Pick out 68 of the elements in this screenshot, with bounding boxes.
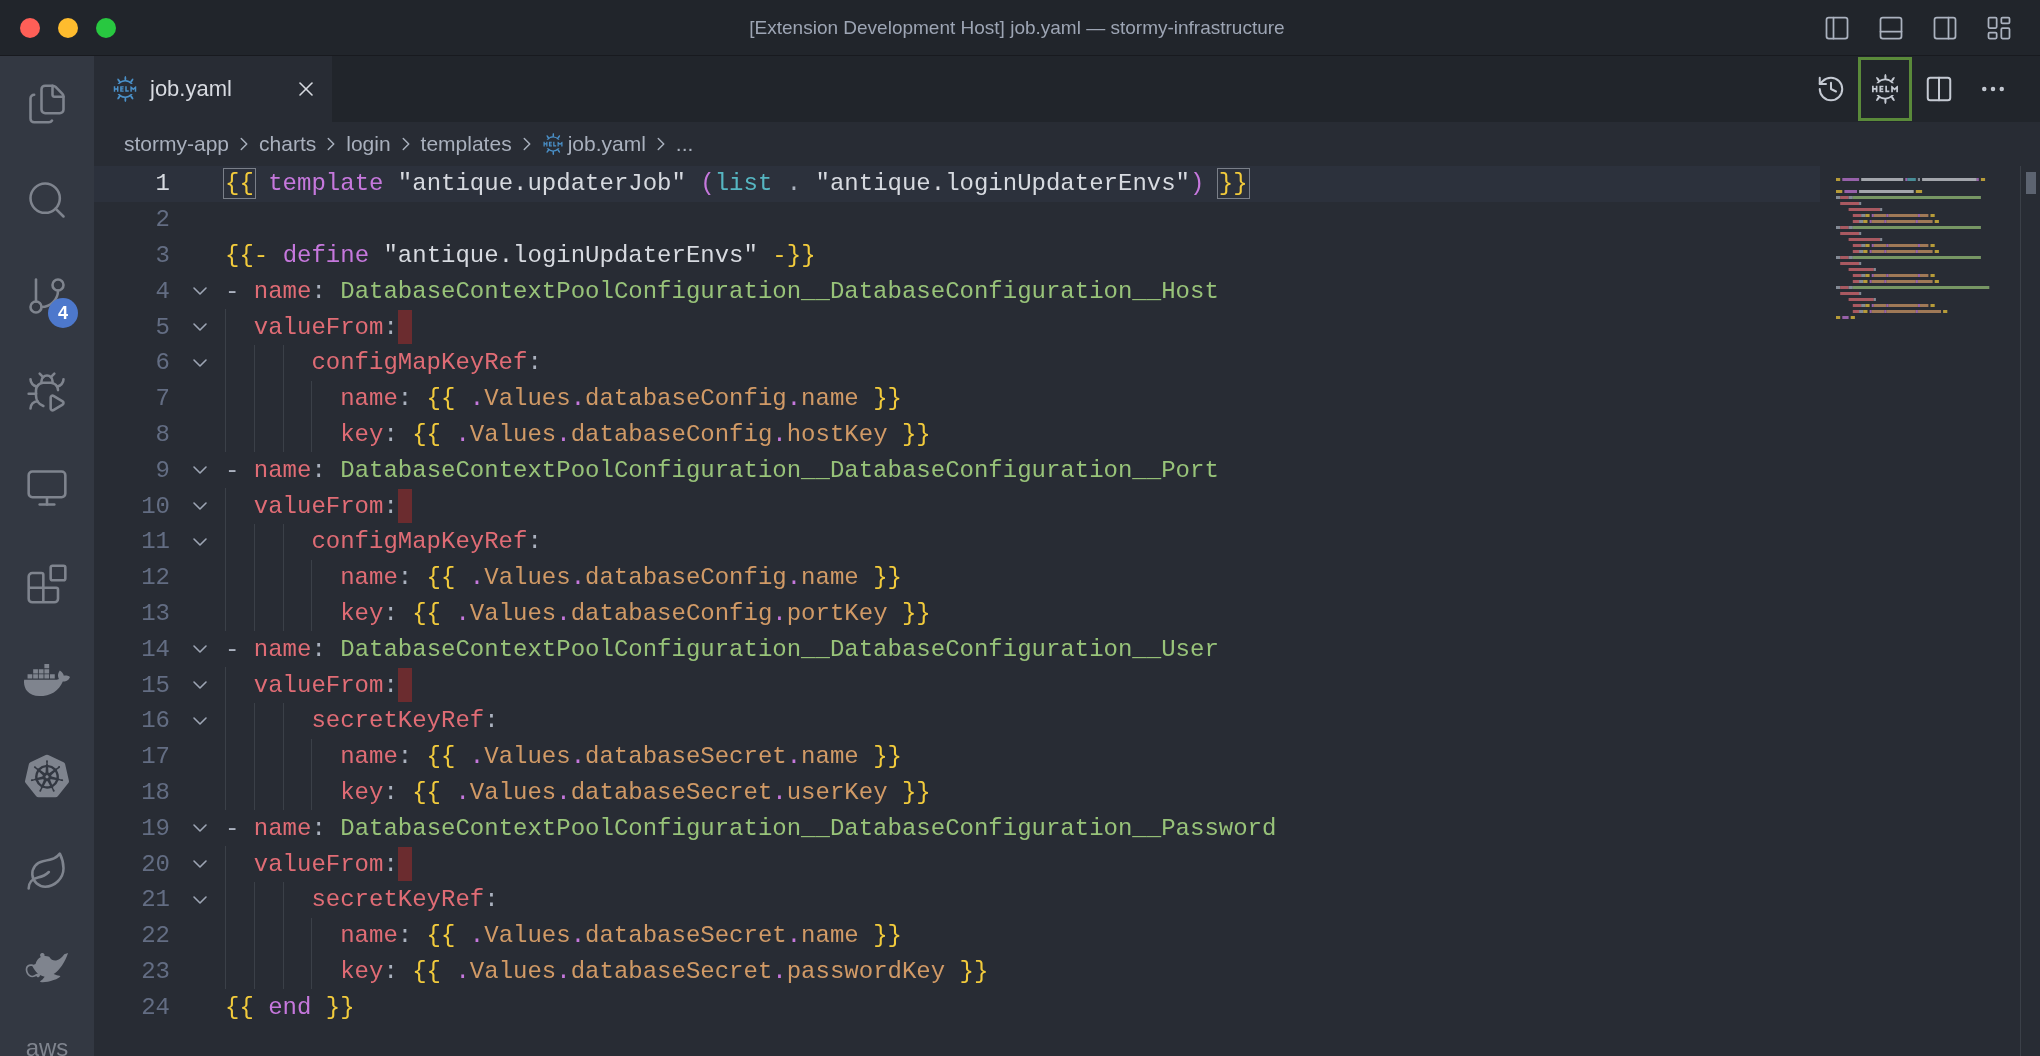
line-number: 23 bbox=[140, 957, 171, 985]
breadcrumb-item[interactable]: charts bbox=[259, 132, 317, 156]
line-number: 24 bbox=[140, 993, 171, 1021]
minimize-window-button[interactable] bbox=[58, 17, 78, 38]
line-number: 21 bbox=[140, 886, 171, 914]
code-line: secretKeyRef: bbox=[225, 702, 499, 739]
breadcrumb-item[interactable]: stormy-app bbox=[124, 132, 230, 156]
window-title: [Extension Development Host] job.yaml — stormy-infrastructure bbox=[748, 16, 1286, 39]
code-line: key: {{ .Values.databaseSecret.userKey }} bbox=[225, 774, 931, 811]
line-number: 11 bbox=[140, 528, 171, 556]
line-number: 9 bbox=[154, 456, 171, 484]
line-number: 18 bbox=[140, 778, 171, 806]
code-line: - name: DatabaseContextPoolConfiguration__DatabaseConfiguration__Port bbox=[225, 455, 1219, 486]
line-number: 5 bbox=[154, 313, 171, 341]
close-window-button[interactable] bbox=[20, 17, 40, 38]
line-number: 10 bbox=[140, 492, 171, 520]
line-number: 22 bbox=[140, 922, 171, 950]
line-number: 13 bbox=[140, 599, 171, 627]
line-number: 17 bbox=[140, 743, 171, 771]
editor-tab[interactable]: job.yaml bbox=[94, 56, 332, 122]
code-line: configMapKeyRef: bbox=[225, 345, 542, 381]
line-number: 7 bbox=[154, 385, 171, 413]
code-line: secretKeyRef: bbox=[225, 881, 499, 918]
code-line: configMapKeyRef: bbox=[225, 523, 542, 560]
line-number: 15 bbox=[140, 671, 171, 699]
breadcrumb-item[interactable]: login bbox=[346, 132, 391, 156]
notification-badge: 4 bbox=[48, 298, 78, 328]
line-number: 1 bbox=[154, 170, 171, 198]
code-line: valueFrom: bbox=[225, 488, 398, 524]
line-number: 19 bbox=[140, 814, 171, 842]
line-number: 8 bbox=[154, 420, 171, 448]
code-line: - name: DatabaseContextPoolConfiguration__DatabaseConfiguration__User bbox=[225, 634, 1219, 665]
line-number: 16 bbox=[140, 707, 171, 735]
code-line: name: {{ .Values.databaseConfig.name }} bbox=[225, 559, 902, 596]
code-line: valueFrom: bbox=[225, 667, 398, 703]
helm-wheel-icon[interactable] bbox=[1870, 74, 1900, 104]
code-line: {{ template "antique.updaterJob" (list . "antique.loginUpdaterEnvs") }} bbox=[225, 169, 1248, 200]
zoom-window-button[interactable] bbox=[96, 17, 116, 38]
code-line: - name: DatabaseContextPoolConfiguration__DatabaseConfiguration__Password bbox=[225, 813, 1277, 844]
highlighted-action-button[interactable] bbox=[1858, 57, 1912, 121]
line-number: 3 bbox=[154, 242, 171, 269]
code-line: name: {{ .Values.databaseConfig.name }} bbox=[225, 380, 902, 417]
code-line: - name: DatabaseContextPoolConfiguration__DatabaseConfiguration__Host bbox=[225, 276, 1219, 307]
code-line: key: {{ .Values.databaseConfig.hostKey }} bbox=[225, 416, 931, 453]
extensions-icon[interactable] bbox=[25, 562, 69, 606]
code-line: key: {{ .Values.databaseConfig.portKey }} bbox=[225, 595, 931, 632]
scrollbar-thumb[interactable] bbox=[2025, 172, 2036, 194]
helm-file-icon bbox=[112, 76, 138, 102]
tab-label: job.yaml bbox=[150, 76, 233, 102]
code-line: {{- define "antique.loginUpdaterEnvs" -}} bbox=[225, 241, 816, 271]
code-line: key: {{ .Values.databaseSecret.passwordKey }} bbox=[225, 953, 989, 990]
code-line: valueFrom: bbox=[225, 309, 398, 345]
code-line: name: {{ .Values.databaseSecret.name }} bbox=[225, 738, 902, 775]
breadcrumb-item[interactable]: job.yaml bbox=[567, 132, 646, 156]
line-number: 20 bbox=[140, 850, 171, 878]
line-number: 12 bbox=[140, 564, 171, 592]
code-line: valueFrom: bbox=[225, 846, 398, 882]
line-number: 14 bbox=[140, 635, 171, 663]
breadcrumb-item[interactable]: templates bbox=[420, 132, 512, 156]
helm-file-icon bbox=[541, 133, 564, 155]
code-line: name: {{ .Values.databaseSecret.name }} bbox=[225, 917, 902, 954]
history-icon[interactable] bbox=[1816, 74, 1846, 104]
line-number: 4 bbox=[154, 277, 171, 305]
code-line: {{ end }} bbox=[225, 992, 355, 1023]
line-number: 2 bbox=[154, 206, 171, 234]
line-number: 6 bbox=[154, 349, 171, 377]
split-editor-icon[interactable] bbox=[1924, 74, 1954, 104]
breadcrumb-item[interactable]: ... bbox=[675, 132, 694, 156]
